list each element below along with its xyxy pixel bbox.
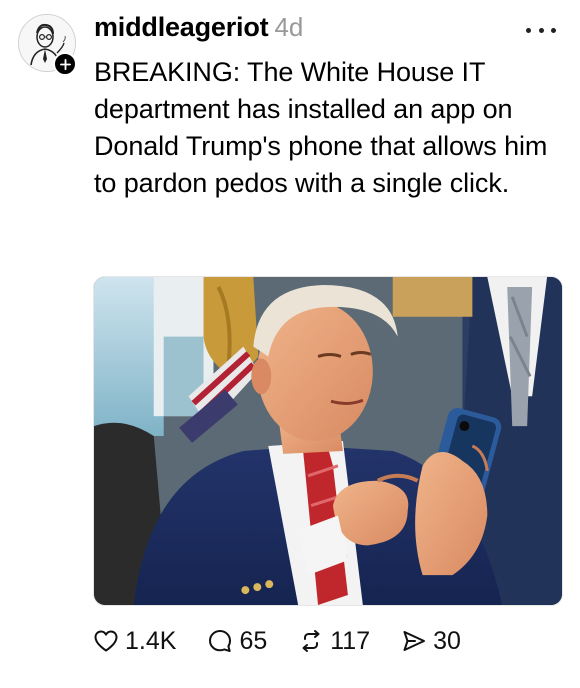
repost-button[interactable]: 117 [297,627,370,656]
post-timestamp[interactable]: 4d [274,12,303,43]
post-card: middleageriot 4d BREAKING: The White Hou… [0,0,580,688]
author-username[interactable]: middleageriot [94,12,269,43]
dot [538,27,544,33]
post-header: middleageriot 4d [94,12,303,48]
send-icon [403,631,426,651]
repost-count: 117 [330,626,371,655]
dot [551,27,556,33]
repost-icon [302,630,320,652]
reply-button[interactable]: 65 [206,627,267,656]
post-image[interactable] [93,276,563,606]
share-count: 30 [433,626,461,655]
more-options-icon[interactable] [526,20,556,40]
dot [526,27,531,33]
like-button[interactable]: 1.4K [92,627,176,656]
action-bar: 1.4K 65 117 30 [92,620,491,662]
follow-button[interactable] [53,52,77,76]
reply-count: 65 [239,626,268,655]
heart-icon [94,630,118,652]
share-button[interactable]: 30 [400,627,461,656]
like-count: 1.4K [125,626,177,655]
post-text: BREAKING: The White House IT department … [94,57,548,198]
plus-icon [59,58,71,70]
comment-icon [209,630,232,652]
photo-illustration [94,277,562,605]
